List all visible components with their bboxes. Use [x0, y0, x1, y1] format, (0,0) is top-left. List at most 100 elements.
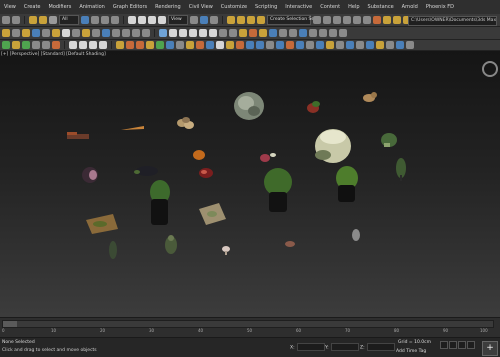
select-manipulate-icon[interactable]: [200, 16, 208, 24]
shelf-tool-11-icon[interactable]: [216, 41, 224, 49]
clove-model[interactable]: [352, 229, 360, 241]
simulation-icon[interactable]: [279, 29, 287, 37]
plugin-yellow-icon[interactable]: [12, 41, 20, 49]
eggplant-model[interactable]: [134, 166, 158, 176]
pivot-center-icon[interactable]: [190, 16, 198, 24]
menu-phoenix-fd[interactable]: Phoenix FD: [422, 4, 458, 10]
plugin-green-icon[interactable]: [2, 41, 10, 49]
shelf-tool-26-icon[interactable]: [366, 41, 374, 49]
time-slider[interactable]: [2, 320, 494, 328]
menu-view[interactable]: View: [0, 4, 20, 10]
stop-icon[interactable]: [79, 41, 87, 49]
shelf-tool-16-icon[interactable]: [266, 41, 274, 49]
curve-editor-icon[interactable]: [353, 16, 361, 24]
small-plant-model[interactable]: [396, 158, 406, 181]
named-selection-sets-dropdown[interactable]: Create Selection Set: [267, 15, 316, 25]
z-axis-icon[interactable]: [189, 29, 197, 37]
shelf-tool-29-icon[interactable]: [396, 41, 404, 49]
ginger-root-model[interactable]: [363, 92, 377, 102]
go-to-start-icon[interactable]: [440, 341, 448, 349]
shelf-tool-28-icon[interactable]: [386, 41, 394, 49]
shelf-tool-6-icon[interactable]: [166, 41, 174, 49]
rotate-icon[interactable]: [138, 16, 146, 24]
radish-model[interactable]: [260, 153, 276, 162]
herb-sprig-model[interactable]: [109, 241, 117, 259]
motion-icon[interactable]: [122, 29, 130, 37]
menu-rendering[interactable]: Rendering: [151, 4, 185, 10]
shelf-tool-3-icon[interactable]: [136, 41, 144, 49]
modify-icon[interactable]: [102, 29, 110, 37]
menu-customize[interactable]: Customize: [217, 4, 251, 10]
potted-plant-2-model[interactable]: [264, 168, 292, 212]
x-field[interactable]: [296, 343, 325, 351]
percent-snap-icon[interactable]: [247, 16, 255, 24]
undo-icon[interactable]: [2, 16, 10, 24]
shelf-tool-25-icon[interactable]: [356, 41, 364, 49]
garlic-model[interactable]: [222, 246, 230, 255]
x-axis-icon[interactable]: [169, 29, 177, 37]
potted-plant-1-model[interactable]: [150, 180, 170, 225]
menu-graph-editors[interactable]: Graph Editors: [109, 4, 151, 10]
shelf-tool-19-icon[interactable]: [296, 41, 304, 49]
shelf-tool-20-icon[interactable]: [306, 41, 314, 49]
schematic-view-icon[interactable]: [363, 16, 371, 24]
isolate-icon[interactable]: [239, 29, 247, 37]
constraint-icon[interactable]: [219, 29, 227, 37]
spacewarp-icon[interactable]: [82, 29, 90, 37]
shelf-tool-22-icon[interactable]: [326, 41, 334, 49]
carrot-model[interactable]: [121, 126, 144, 130]
save-icon[interactable]: [12, 29, 20, 37]
arnold-render-icon[interactable]: [249, 29, 257, 37]
menu-interactive[interactable]: Interactive: [281, 4, 316, 10]
herb-bundle-model[interactable]: [67, 132, 89, 139]
chili-pepper-model[interactable]: [307, 101, 320, 113]
lock-icon[interactable]: [329, 29, 337, 37]
preview-icon[interactable]: [289, 29, 297, 37]
shelf-tool-7-icon[interactable]: [176, 41, 184, 49]
systems-icon[interactable]: [92, 29, 100, 37]
utilities-icon[interactable]: [142, 29, 150, 37]
align-icon[interactable]: [323, 16, 331, 24]
box-icon[interactable]: [42, 29, 50, 37]
y-field[interactable]: [330, 343, 359, 351]
menu-modifiers[interactable]: Modifiers: [45, 4, 76, 10]
next-frame-icon[interactable]: [467, 341, 475, 349]
menu-arnold[interactable]: Arnold: [398, 4, 422, 10]
add-time-tag[interactable]: Add Time Tag: [396, 349, 426, 354]
orange-pepper-model[interactable]: [193, 150, 205, 160]
shelf-tool-8-icon[interactable]: [186, 41, 194, 49]
shallot-model[interactable]: [285, 241, 295, 247]
render-icon[interactable]: [159, 29, 167, 37]
plugin-fire-icon[interactable]: [52, 41, 60, 49]
step-icon[interactable]: [89, 41, 97, 49]
shelf-tool-23-icon[interactable]: [336, 41, 344, 49]
shelf-tool-30-icon[interactable]: [406, 41, 414, 49]
help-icon[interactable]: [339, 29, 347, 37]
window-crossing-icon[interactable]: [111, 16, 119, 24]
layer-explorer-icon[interactable]: [343, 16, 351, 24]
z-field[interactable]: [366, 343, 395, 351]
shelf-tool-15-icon[interactable]: [256, 41, 264, 49]
previous-frame-icon[interactable]: [449, 341, 457, 349]
play-animation-icon[interactable]: [458, 341, 466, 349]
y-axis-icon[interactable]: [179, 29, 187, 37]
render-setup-icon[interactable]: [383, 16, 391, 24]
menu-create[interactable]: Create: [20, 4, 45, 10]
project-path-field[interactable]: C:\Users\OWNER\Documents\3ds Max: [408, 16, 497, 26]
rendered-frame-icon[interactable]: [393, 16, 401, 24]
select-by-name-icon[interactable]: [91, 16, 99, 24]
viewport-layout-icon[interactable]: [229, 29, 237, 37]
link-icon[interactable]: [29, 16, 37, 24]
shelf-tool-5-icon[interactable]: [156, 41, 164, 49]
plugin-brush-icon[interactable]: [42, 41, 50, 49]
scene-explorer-icon[interactable]: [333, 16, 341, 24]
play-icon[interactable]: [69, 41, 77, 49]
hierarchy-icon[interactable]: [112, 29, 120, 37]
red-cabbage-model[interactable]: [82, 167, 98, 183]
xz-plane-icon[interactable]: [209, 29, 217, 37]
potted-plant-3-model[interactable]: [336, 166, 358, 202]
redo-icon[interactable]: [12, 16, 20, 24]
mushrooms-model[interactable]: [177, 117, 194, 129]
keyboard-shortcut-icon[interactable]: [210, 16, 218, 24]
shelf-tool-13-icon[interactable]: [236, 41, 244, 49]
